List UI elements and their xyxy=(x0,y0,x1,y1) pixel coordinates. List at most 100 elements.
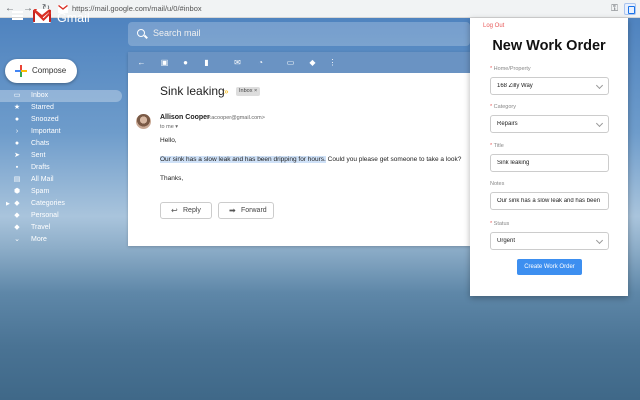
browser-toolbar: ← → ↻ https://mail.google.com/mail/u/0/#… xyxy=(0,0,640,18)
notes-textarea[interactable]: Our sink has a slow leak and has been dr… xyxy=(490,192,609,210)
sidebar-nav: ▭ Inbox ★ Starred ● Snoozed › Important … xyxy=(0,90,122,246)
sidebar-item-spam[interactable]: ⬢ Spam xyxy=(0,186,122,198)
send-icon: ➤ xyxy=(14,152,20,159)
sidebar-item-label: Inbox xyxy=(31,92,49,99)
caret-right-icon[interactable]: ▶ xyxy=(6,201,10,207)
sender-name-text: Allison Cooper xyxy=(160,114,210,121)
sidebar-item-categories[interactable]: ▶ ◆ Categories xyxy=(0,198,122,210)
sidebar-item-label: More xyxy=(31,236,47,243)
email-greeting: Hello, xyxy=(160,137,177,144)
sidebar-item-label: Chats xyxy=(31,140,50,147)
status-select[interactable]: Urgent xyxy=(490,232,609,250)
email-body: Our sink has a slow leak and has been dr… xyxy=(160,156,461,163)
select-value: Urgent xyxy=(497,238,516,244)
archive-icon[interactable]: ▣ xyxy=(160,58,169,67)
category-label: * Category xyxy=(490,104,516,110)
notes-label: Notes xyxy=(490,181,504,187)
report-spam-icon[interactable]: ● xyxy=(181,58,190,67)
sidebar-item-chats[interactable]: ● Chats xyxy=(0,138,122,150)
spam-icon: ⬢ xyxy=(13,188,21,195)
compose-button[interactable]: Compose xyxy=(5,59,77,83)
sidebar-item-drafts[interactable]: ▪ Drafts xyxy=(0,162,122,174)
category-select[interactable]: Repairs xyxy=(490,115,609,133)
address-bar[interactable]: https://mail.google.com/mail/u/0/#inbox xyxy=(58,2,605,15)
sidebar-item-label: Starred xyxy=(31,104,54,111)
chevron-down-icon: ⌄ xyxy=(14,236,20,243)
label-text: Title xyxy=(493,143,504,149)
recipient-toggle[interactable]: to me ▾ xyxy=(160,124,178,130)
sidebar-item-more[interactable]: ⌄ More xyxy=(0,234,122,246)
sidebar-item-sent[interactable]: ➤ Sent xyxy=(0,150,122,162)
label-text: Notes xyxy=(490,181,505,187)
back-arrow-icon[interactable]: ← xyxy=(137,58,146,67)
important-marker-icon[interactable]: » xyxy=(224,87,228,96)
draft-icon: ▪ xyxy=(15,164,19,171)
sender-email: <acooper@gmail.com> xyxy=(208,115,265,121)
search-mail-input[interactable]: Search mail xyxy=(128,22,470,46)
inbox-icon: ▭ xyxy=(13,92,21,99)
gmail-brand: Gmail xyxy=(57,11,90,25)
status-label: * Status xyxy=(490,221,509,227)
search-icon xyxy=(137,29,145,37)
sidebar-item-travel[interactable]: ◆ Travel xyxy=(0,222,122,234)
star-icon: ★ xyxy=(13,104,21,111)
sidebar-item-personal[interactable]: ◆ Personal xyxy=(0,210,122,222)
important-icon: › xyxy=(15,128,19,135)
gmail-logo-icon[interactable] xyxy=(33,9,51,23)
logout-link[interactable]: Log Out xyxy=(483,23,504,29)
label-icon: ◆ xyxy=(14,200,20,207)
input-value: Our sink has a slow leak and has been dr… xyxy=(497,198,602,204)
popup-title: New Work Order xyxy=(492,38,606,54)
all-mail-icon: ▤ xyxy=(13,176,21,183)
forward-label: Forward xyxy=(241,207,267,214)
mark-unread-icon[interactable]: ✉ xyxy=(233,58,242,67)
reply-label: Reply xyxy=(183,207,201,214)
email-signoff: Thanks, xyxy=(160,175,184,182)
reply-button[interactable]: ↩ Reply xyxy=(160,202,212,219)
sidebar-item-important[interactable]: › Important xyxy=(0,126,122,138)
snooze-icon[interactable]: ◔ xyxy=(256,58,265,67)
select-value: Repairs xyxy=(497,121,518,127)
url-text: https://mail.google.com/mail/u/0/#inbox xyxy=(72,4,202,13)
move-to-icon[interactable]: ▭ xyxy=(286,58,295,67)
required-mark: * xyxy=(490,104,493,110)
sidebar-item-label: All Mail xyxy=(31,176,54,183)
inbox-label-chip[interactable]: Inbox × xyxy=(236,87,261,96)
select-value: 168 Zilly Way xyxy=(497,83,533,89)
sidebar-item-label: Personal xyxy=(31,212,59,219)
sidebar-item-label: Snoozed xyxy=(31,116,59,123)
sidebar-item-label: Drafts xyxy=(31,164,50,171)
sidebar-item-snoozed[interactable]: ● Snoozed xyxy=(0,114,122,126)
sender-name: Allison Cooper xyxy=(160,114,210,121)
compose-label: Compose xyxy=(32,66,67,75)
email-toolbar xyxy=(128,52,470,73)
forward-icon: ➡ xyxy=(229,206,236,215)
sidebar-item-label: Important xyxy=(31,128,61,135)
forward-button[interactable]: ➡ Forward xyxy=(218,202,274,219)
sidebar-item-all-mail[interactable]: ▤ All Mail xyxy=(0,174,122,186)
sidebar-item-inbox[interactable]: ▭ Inbox xyxy=(0,90,122,102)
title-label: * Title xyxy=(490,143,504,149)
label-icon[interactable]: ◆ xyxy=(308,58,317,67)
sidebar-item-label: Sent xyxy=(31,152,46,159)
avatar xyxy=(136,114,151,129)
delete-icon[interactable]: ▮ xyxy=(202,58,211,67)
title-input[interactable]: Sink leaking xyxy=(490,154,609,172)
clock-icon: ● xyxy=(14,116,20,123)
email-view: ← ▣ ● ▮ ✉ ◔ ▭ ◆ ⋮ Sink leaking » Inbox ×… xyxy=(128,52,470,246)
more-options-icon[interactable]: ⋮ xyxy=(328,58,337,67)
email-subject: Sink leaking xyxy=(160,84,225,98)
required-mark: * xyxy=(490,66,493,72)
create-work-order-button[interactable]: Create Work Order xyxy=(517,259,582,275)
home-property-select[interactable]: 168 Zilly Way xyxy=(490,77,609,95)
sidebar-item-starred[interactable]: ★ Starred xyxy=(0,102,122,114)
reply-icon: ↩ xyxy=(171,206,178,215)
extension-icon[interactable] xyxy=(624,2,636,15)
work-order-popup: Log Out New Work Order * Home/Property 1… xyxy=(470,18,628,296)
key-icon[interactable]: ⚿ xyxy=(611,3,618,14)
sidebar-item-label: Categories xyxy=(31,200,65,207)
required-mark: * xyxy=(490,221,493,227)
label-icon: ◆ xyxy=(14,212,20,219)
home-property-label: * Home/Property xyxy=(490,66,531,72)
menu-icon[interactable] xyxy=(12,11,23,20)
